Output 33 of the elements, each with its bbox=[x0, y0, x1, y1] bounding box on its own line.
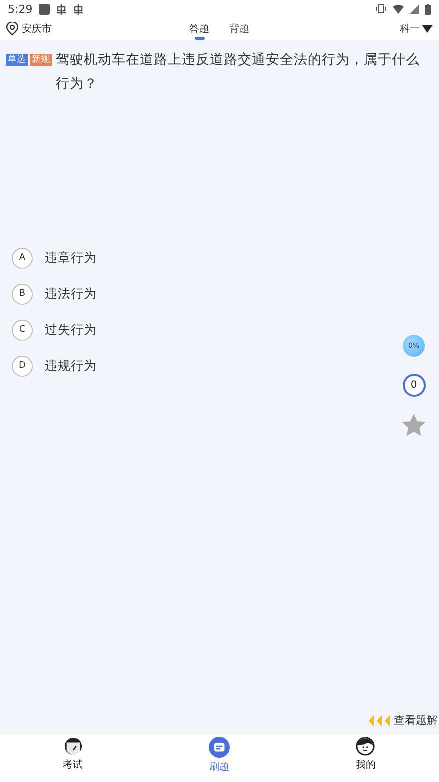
option-letter[interactable]: D bbox=[12, 356, 33, 376]
nav-tab[interactable]: 考试 bbox=[0, 734, 146, 782]
nav-tab[interactable]: 刷题 bbox=[146, 734, 293, 782]
smiley-icon bbox=[356, 737, 376, 756]
nav-tab[interactable]: 我的 bbox=[292, 734, 439, 782]
mode-tab[interactable]: 背题 bbox=[230, 18, 250, 40]
option-text[interactable]: 违法行为 bbox=[45, 286, 97, 302]
vibrate-icon bbox=[376, 4, 387, 14]
location-pin-icon bbox=[6, 22, 19, 36]
question-tag: 新规 bbox=[30, 54, 52, 66]
option-letter[interactable]: A bbox=[12, 248, 33, 268]
app-icon bbox=[38, 4, 50, 14]
explain-link[interactable]: 查看题解 bbox=[368, 713, 439, 728]
option-text[interactable]: 过失行为 bbox=[45, 322, 97, 338]
caret-icon bbox=[422, 25, 433, 33]
option-text[interactable]: 违章行为 bbox=[45, 250, 97, 266]
list-icon bbox=[208, 737, 230, 758]
battery-icon bbox=[425, 4, 431, 14]
star-icon[interactable] bbox=[402, 414, 426, 437]
location-text[interactable]: 安庆市 bbox=[22, 22, 52, 36]
option-text[interactable]: 违规行为 bbox=[45, 358, 97, 374]
mode-tab[interactable]: 答题 bbox=[190, 18, 210, 40]
question-text: 驾驶机动车在道路上违反道路交通安全法的行为，属于什么行为？ bbox=[56, 51, 421, 94]
clock: 5:29 bbox=[8, 2, 33, 16]
answer-count[interactable]: 0 bbox=[402, 374, 426, 397]
question-tag: 单选 bbox=[6, 54, 28, 66]
option-letter[interactable]: C bbox=[12, 320, 33, 340]
wifi-icon bbox=[393, 4, 404, 14]
pencil-icon bbox=[64, 737, 83, 756]
signal-icon bbox=[410, 4, 419, 14]
chevrons-icon bbox=[368, 714, 392, 726]
subject-dropdown[interactable]: 科一 bbox=[400, 22, 433, 36]
option-letter[interactable]: B bbox=[12, 284, 33, 304]
